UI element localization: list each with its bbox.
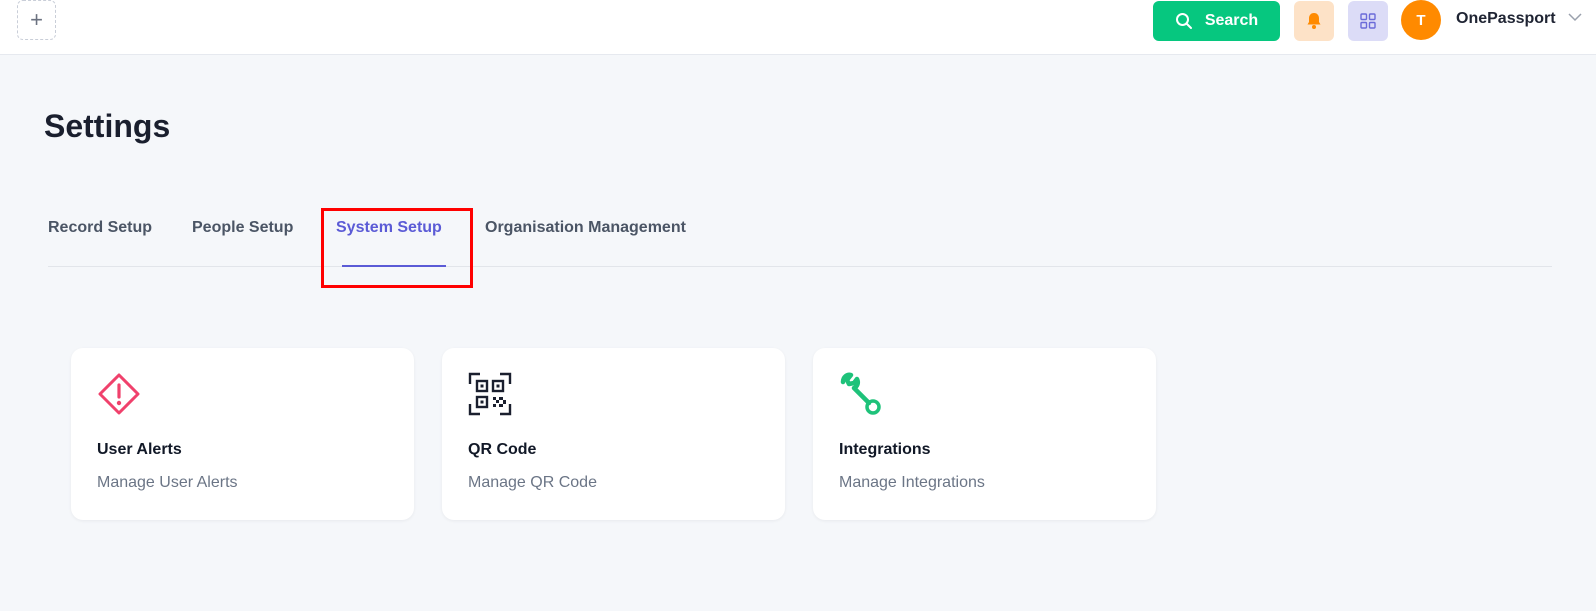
organisation-switcher[interactable]: OnePassport <box>1456 10 1556 28</box>
alert-diamond-icon <box>98 373 140 415</box>
grid-icon <box>1360 13 1376 29</box>
tab-organisation-management[interactable]: Organisation Management <box>485 219 686 237</box>
top-bar: + Search T OnePassport <box>0 0 1596 55</box>
tab-system-setup[interactable]: System Setup <box>336 219 442 237</box>
bell-icon <box>1307 13 1321 29</box>
card-description: Manage Integrations <box>839 474 985 491</box>
card-description: Manage User Alerts <box>97 474 238 491</box>
notifications-button[interactable] <box>1294 1 1334 41</box>
page-title: Settings <box>44 108 171 144</box>
tab-record-setup[interactable]: Record Setup <box>48 219 152 237</box>
add-button[interactable]: + <box>17 0 56 40</box>
card-title: QR Code <box>468 441 537 458</box>
search-button[interactable]: Search <box>1153 1 1280 41</box>
avatar[interactable]: T <box>1401 0 1441 40</box>
card-title: Integrations <box>839 441 931 458</box>
card-description: Manage QR Code <box>468 474 597 491</box>
settings-tabs: Record Setup People Setup System Setup O… <box>48 212 1552 267</box>
qr-code-icon <box>468 372 512 416</box>
card-qr-code[interactable]: QR Code Manage QR Code <box>442 348 785 520</box>
chevron-down-icon[interactable] <box>1568 12 1582 22</box>
search-button-label: Search <box>1204 12 1259 29</box>
card-integrations[interactable]: Integrations Manage Integrations <box>813 348 1156 520</box>
wrench-icon <box>840 372 881 415</box>
card-user-alerts[interactable]: User Alerts Manage User Alerts <box>71 348 414 520</box>
card-title: User Alerts <box>97 441 182 458</box>
tab-people-setup[interactable]: People Setup <box>192 219 293 237</box>
search-icon <box>1175 13 1192 29</box>
active-tab-indicator <box>342 265 446 267</box>
apps-button[interactable] <box>1348 1 1388 41</box>
